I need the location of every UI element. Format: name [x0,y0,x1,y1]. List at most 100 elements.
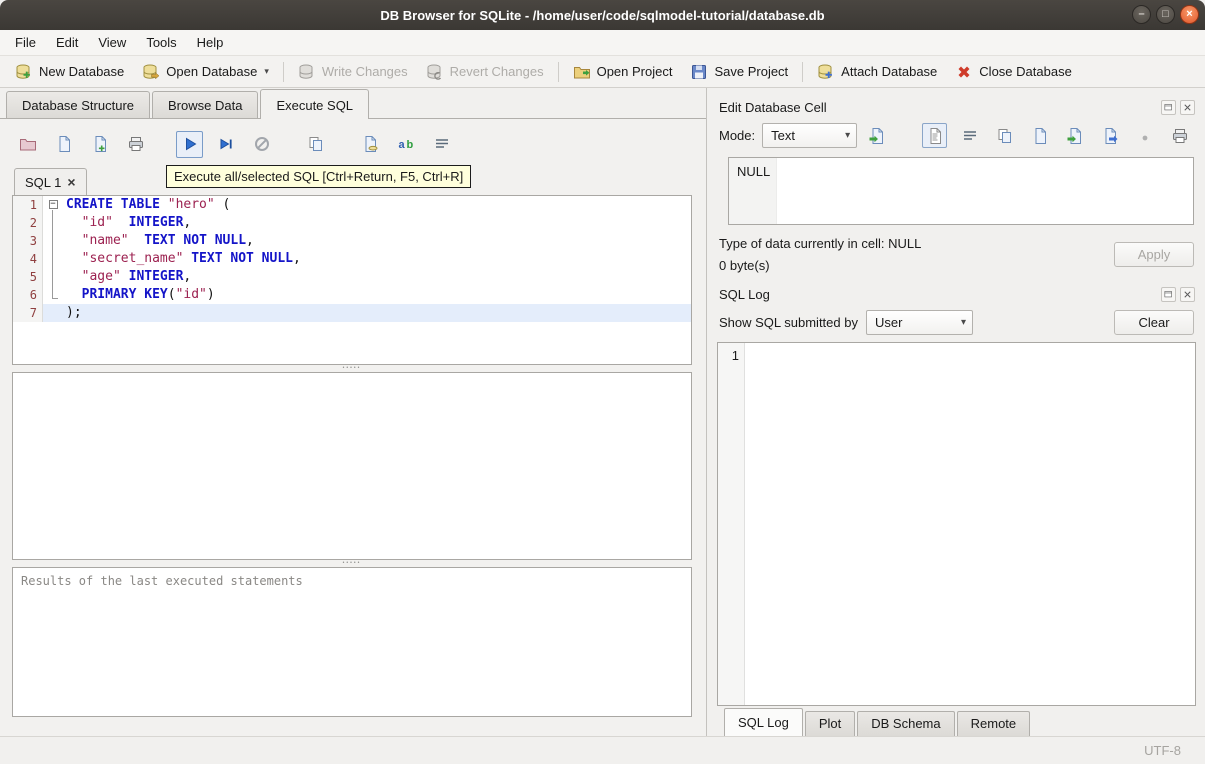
execute-sql-panel: ab Execute all/selected SQL [Ctrl+Return… [0,118,706,736]
close-database-icon [955,63,973,81]
toolbar-button-label: Write Changes [321,64,408,79]
set-null-icon[interactable] [1132,123,1157,148]
fold-collapse-icon[interactable]: − [48,200,58,209]
chevron-down-icon[interactable]: ▾ [264,66,269,77]
fold-marker [43,304,63,322]
fold-marker[interactable]: − [43,196,63,214]
code-line[interactable]: 6 PRIMARY KEY("id") [13,286,691,304]
save-results-icon[interactable] [356,131,383,158]
code-line[interactable]: 3 "name" TEXT NOT NULL, [13,232,691,250]
code-text: "name" TEXT NOT NULL, [81,233,254,248]
close-button[interactable]: × [1180,5,1199,24]
code-line[interactable]: 2 "id" INTEGER, [13,214,691,232]
save-project-button[interactable]: Save Project [681,59,797,85]
attach-database-button[interactable]: Attach Database [808,59,946,85]
svg-text:a: a [398,139,405,151]
maximize-button[interactable]: □ [1156,5,1175,24]
code-text: "age" INTEGER, [81,269,192,284]
svg-text:b: b [406,139,413,151]
results-grid-pane[interactable] [12,372,692,560]
open-sql-file-icon[interactable] [14,131,41,158]
sql-editor-lines: 1− CREATE TABLE "hero" (2 "id" INTEGER, 3 … [13,196,691,322]
bottom-tab-db-schema[interactable]: DB Schema [857,711,955,736]
toolbar-separator [557,61,559,82]
titlebar: DB Browser for SQLite - /home/user/code/… [0,0,1205,30]
save-as-icon[interactable] [1027,123,1052,148]
save-sql-file-icon[interactable] [50,131,77,158]
code-line[interactable]: 7); [13,304,691,322]
print-icon[interactable] [122,131,149,158]
tab-browse-data[interactable]: Browse Data [152,91,259,118]
code-line[interactable]: 4 "secret_name" TEXT NOT NULL, [13,250,691,268]
bottom-tab-plot[interactable]: Plot [804,711,856,736]
execute-current-line-icon[interactable] [212,131,239,158]
sql-tab[interactable]: SQL 1 × [14,168,87,195]
save-sql-file-as-icon[interactable] [86,131,113,158]
word-wrap-icon[interactable] [957,123,982,148]
close-panel-icon[interactable] [1180,99,1195,115]
line-number: 6 [13,286,43,304]
code-text: PRIMARY KEY("id") [81,287,215,302]
code-line[interactable]: 5 "age" INTEGER, [13,268,691,286]
float-panel-icon[interactable] [1161,286,1176,302]
menu-view[interactable]: View [88,31,136,54]
edit-cell-header: Edit Database Cell [712,96,1196,118]
sql-log-filter-value: User [874,315,903,330]
clear-button[interactable]: Clear [1114,310,1194,335]
float-panel-icon[interactable] [1161,99,1176,115]
import-in-cell-icon[interactable] [1062,123,1087,148]
open-project-button[interactable]: Open Project [564,59,682,85]
left-pane: Database Structure Browse Data Execute SQL… [0,88,706,736]
mode-select[interactable]: Text ▾ [762,123,858,148]
copy-icon[interactable] [992,123,1017,148]
find-replace-icon[interactable]: ab [392,131,419,158]
copy-results-icon[interactable] [302,131,329,158]
menu-edit[interactable]: Edit [46,31,88,54]
save-project-icon [690,63,708,81]
fold-marker [43,214,63,232]
open-database-button[interactable]: Open Database ▾ [133,59,278,85]
window-controls: – □ × [1132,5,1199,24]
tab-database-structure[interactable]: Database Structure [6,91,151,118]
sql-log-filter-label: Show SQL submitted by [719,315,858,330]
splitter-handle-icon: ••••• [342,560,362,566]
splitter-results-messages[interactable]: ••••• [12,560,692,567]
code-line[interactable]: 1− CREATE TABLE "hero" ( [13,196,691,214]
menu-help[interactable]: Help [187,31,234,54]
tab-execute-sql[interactable]: Execute SQL [260,89,370,119]
mode-select-value: Text [771,128,795,143]
sql-log-filter-select[interactable]: User ▾ [865,310,973,335]
cell-editor[interactable]: NULL [728,157,1194,225]
line-number: 5 [13,268,43,286]
cell-info-row: Type of data currently in cell: NULL 0 b… [712,225,1196,283]
sql-log-dock-icons [1161,286,1196,302]
toolbar-button-label: Open Database [166,64,258,79]
sql-editor[interactable]: 1− CREATE TABLE "hero" (2 "id" INTEGER, 3 … [12,195,692,365]
execute-all-icon[interactable] [176,130,203,158]
close-panel-icon[interactable] [1180,286,1195,302]
messages-pane[interactable]: Results of the last executed statements [12,567,692,717]
new-database-button[interactable]: New Database [6,59,133,85]
bottom-tab-sql-log[interactable]: SQL Log [724,708,803,736]
fold-marker [43,286,63,304]
export-cell-icon[interactable] [1097,123,1122,148]
sql-log-view[interactable]: 1 [717,342,1196,706]
line-number: 2 [13,214,43,232]
word-wrap-icon[interactable] [428,131,455,158]
open-project-icon [573,63,591,81]
bottom-tab-remote[interactable]: Remote [956,711,1031,736]
print-icon[interactable] [1167,123,1192,148]
minimize-button[interactable]: – [1132,5,1151,24]
apply-button[interactable]: Apply [1114,242,1194,267]
revert-changes-icon [426,63,444,81]
main-toolbar: New Database Open Database ▾ Write Changes R… [0,56,1205,88]
import-from-file-slot[interactable] [864,123,889,148]
menu-file[interactable]: File [5,31,46,54]
toolbar-button-label: Close Database [979,64,1072,79]
sql-tab-close-icon[interactable]: × [67,175,75,189]
cell-icons [922,123,1194,148]
close-database-button[interactable]: Close Database [946,59,1081,85]
splitter-editor-results[interactable]: ••••• [12,365,692,372]
menu-tools[interactable]: Tools [136,31,186,54]
text-mode-icon[interactable] [922,123,947,148]
